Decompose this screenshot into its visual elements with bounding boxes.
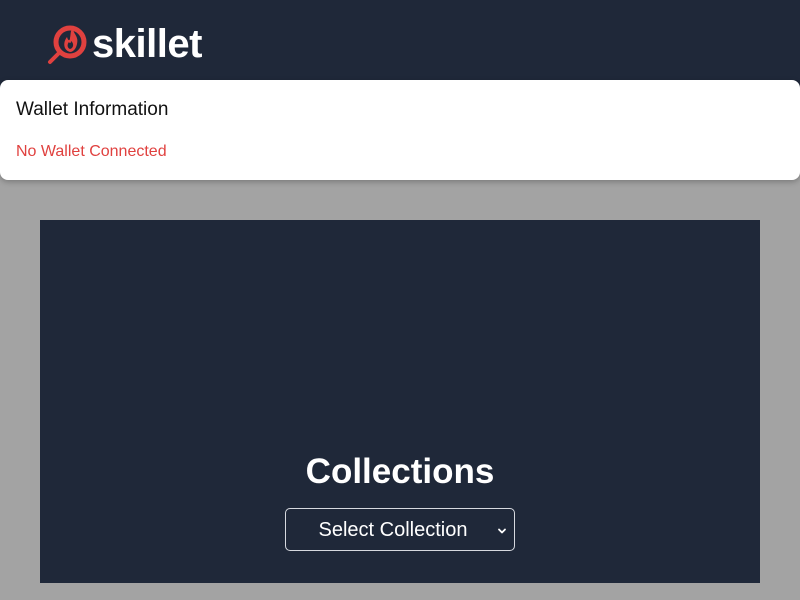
wallet-card [0,80,800,180]
wallet-status: No Wallet Connected [16,143,167,160]
collection-select[interactable]: Select Collection [285,508,515,551]
collections-title: Collections [305,452,495,491]
skillet-flame-icon [46,22,88,66]
collection-select-label: Select Collection [318,518,468,541]
chevron-down-icon [496,524,508,536]
logo[interactable]: skillet [46,22,202,66]
logo-text: skillet [92,22,202,66]
wallet-title: Wallet Information [16,99,169,120]
